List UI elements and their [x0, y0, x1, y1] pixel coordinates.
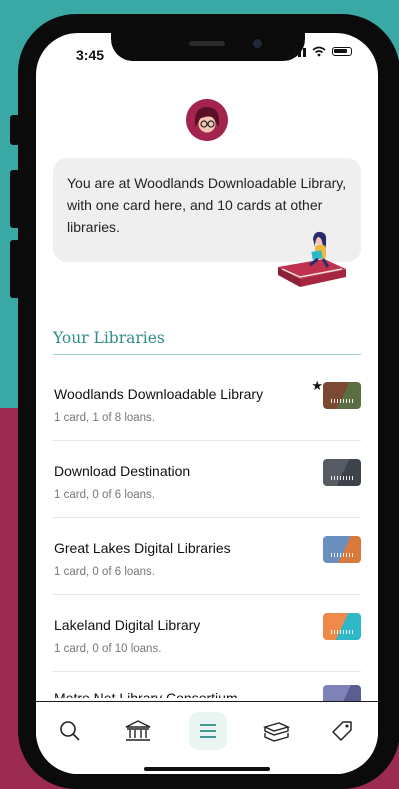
library-name: Great Lakes Digital Libraries [54, 540, 231, 556]
tab-shelf[interactable] [256, 714, 296, 748]
front-camera [253, 39, 262, 48]
speaker-grille [189, 41, 225, 46]
library-loans: 1 card, 0 of 6 loans. [54, 566, 156, 578]
library-item-woodlands[interactable]: Woodlands Downloadable Library 1 card, 1… [53, 364, 361, 441]
library-item-download-destination[interactable]: Download Destination 1 card, 0 of 6 loan… [53, 441, 361, 518]
library-name: Lakeland Digital Library [54, 617, 201, 633]
section-divider [53, 354, 361, 355]
library-building-icon [125, 720, 151, 741]
status-time: 3:45 [76, 47, 105, 63]
library-card-icon [323, 536, 361, 563]
phone-notch [111, 33, 305, 61]
app-screen: 3:45 You are at Woodlands Downloadable L… [36, 33, 378, 774]
books-stack-icon [262, 722, 291, 742]
tab-libraries[interactable] [118, 714, 158, 748]
home-indicator[interactable] [144, 767, 270, 771]
library-card-icon [323, 459, 361, 486]
signal-icon [288, 47, 306, 57]
library-name: Woodlands Downloadable Library [54, 386, 264, 402]
library-loans: 1 card, 1 of 8 loans. [54, 412, 156, 424]
tab-menu[interactable] [189, 712, 227, 750]
menu-lines-icon [200, 724, 216, 738]
tab-search[interactable] [50, 714, 90, 748]
battery-icon [332, 47, 352, 56]
wifi-icon [312, 46, 326, 57]
library-card-icon [323, 613, 361, 640]
tab-tags[interactable] [322, 714, 362, 748]
library-loans: 1 card, 0 of 10 loans. [54, 643, 162, 655]
library-name: Download Destination [54, 463, 191, 479]
bottom-tab-bar [36, 701, 378, 774]
home-library-star-icon: ★ [311, 378, 323, 393]
library-loans: 1 card, 0 of 6 loans. [54, 489, 156, 501]
library-item-lakeland[interactable]: Lakeland Digital Library 1 card, 0 of 10… [53, 595, 361, 672]
reading-girl-illustration-icon [278, 231, 346, 287]
libby-avatar-icon[interactable] [186, 99, 228, 141]
library-item-great-lakes[interactable]: Great Lakes Digital Libraries 1 card, 0 … [53, 518, 361, 595]
tag-icon [332, 721, 352, 741]
your-libraries-heading: Your Libraries [53, 329, 165, 347]
status-icons [288, 46, 352, 57]
library-card-icon [323, 382, 361, 409]
search-icon [60, 721, 80, 741]
